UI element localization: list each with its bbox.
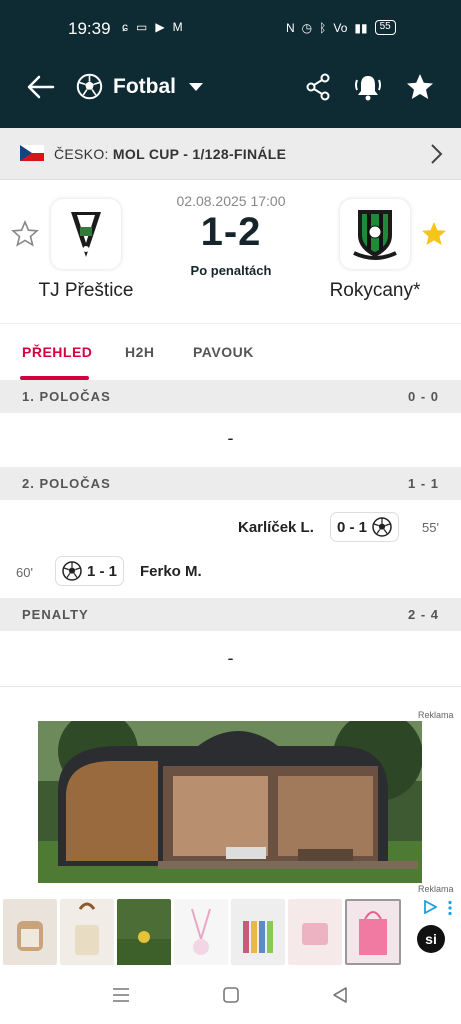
away-team-name[interactable]: Rokycany* <box>300 280 450 302</box>
period-label: 2. POLOČAS <box>22 476 111 491</box>
no-events-placeholder: - <box>227 648 234 668</box>
period-header-second-half: 2. POLOČAS 1 - 1 <box>0 467 461 500</box>
league-row[interactable]: ČESKO: MOL CUP - 1/128-FINÁLE <box>0 128 461 180</box>
product-ad-carousel <box>3 899 401 965</box>
brand-badge[interactable]: si <box>417 925 445 953</box>
tab-overview[interactable]: PŘEHLED <box>22 344 92 360</box>
tab-h2h[interactable]: H2H <box>125 344 155 360</box>
period-score: 0 - 0 <box>407 389 439 404</box>
favorite-star-icon[interactable] <box>405 72 435 102</box>
event-score-pill-away: 0 - 1 <box>330 512 400 542</box>
chevron-down-icon[interactable] <box>189 83 203 91</box>
home-team-name[interactable]: TJ Přeštice <box>11 280 161 302</box>
event-player-home[interactable]: Ferko M. <box>140 563 202 580</box>
app-bar: Fotbal <box>0 58 461 128</box>
ad-label: Reklama <box>418 884 454 894</box>
league-name: ČESKO: MOL CUP - 1/128-FINÁLE <box>54 146 286 162</box>
back-nav-icon[interactable] <box>331 986 349 1004</box>
tab-bracket[interactable]: PAVOUK <box>193 344 254 360</box>
period-score: 1 - 1 <box>407 476 439 491</box>
nfc-icon: N <box>286 20 295 35</box>
back-arrow-icon[interactable] <box>26 72 56 102</box>
tj-prestice-crest-icon <box>71 212 101 257</box>
soccer-ball-icon <box>62 561 82 581</box>
soccer-ball-icon <box>76 73 103 100</box>
product-thumbnail[interactable] <box>3 899 57 965</box>
tab-bar: PŘEHLED H2H PAVOUK <box>0 323 461 380</box>
match-header: 02.08.2025 17:00 1-2 Po penaltách TJ Pře… <box>0 180 461 323</box>
status-notification-icons: ɕ ▭ ▶ M <box>122 20 183 34</box>
product-thumbnail[interactable] <box>231 899 285 965</box>
match-score: 1-2 <box>200 210 262 254</box>
status-system-icons: N ◷ ᛒ Vo ▮▮ 55 <box>286 20 396 35</box>
home-team-logo[interactable] <box>51 199 121 269</box>
notification-bell-icon[interactable] <box>354 72 382 102</box>
rokycany-crest-icon <box>353 210 397 260</box>
cabin-ad-picture <box>38 721 422 883</box>
signal-icon: ▮▮ <box>354 20 368 35</box>
period-header-penalties: PENALTY 2 - 4 <box>0 598 461 631</box>
gmail-icon: M <box>172 20 183 34</box>
bluetooth-icon: ᛒ <box>319 20 327 35</box>
period-header-first-half: 1. POLOČAS 0 - 0 <box>0 380 461 413</box>
period-label: PENALTY <box>22 607 89 622</box>
product-thumbnail[interactable] <box>60 899 114 965</box>
home-icon[interactable] <box>222 986 240 1004</box>
wallet-icon: ▭ <box>136 20 148 34</box>
battery-indicator: 55 <box>374 20 396 35</box>
wind-icon: ɕ <box>122 20 128 34</box>
event-minute: 60' <box>16 565 33 580</box>
ad-choices-icon[interactable] <box>423 900 437 914</box>
match-date: 02.08.2025 17:00 <box>176 193 286 209</box>
soccer-ball-icon <box>372 517 392 537</box>
ad-banner-image[interactable] <box>38 721 422 883</box>
event-score: 0 - 1 <box>337 518 368 536</box>
more-options-icon[interactable] <box>446 900 454 916</box>
event-minute: 55' <box>422 520 439 535</box>
league-country: ČESKO: <box>54 146 109 162</box>
period-score: 2 - 4 <box>407 607 439 622</box>
youtube-icon: ▶ <box>155 20 165 34</box>
league-competition: MOL CUP - 1/128-FINÁLE <box>112 146 287 162</box>
event-player-away[interactable]: Karlíček L. <box>238 519 314 536</box>
product-thumbnail[interactable] <box>117 899 171 965</box>
product-thumbnail[interactable] <box>174 899 228 965</box>
alarm-icon: ◷ <box>301 20 313 35</box>
recent-apps-icon[interactable] <box>112 987 130 1003</box>
match-status: Po penaltách <box>190 263 272 278</box>
event-score: 1 - 1 <box>87 562 118 580</box>
system-navigation-bar <box>0 970 461 1024</box>
chevron-right-icon[interactable] <box>428 143 444 165</box>
share-icon[interactable] <box>305 73 331 101</box>
period-label: 1. POLOČAS <box>22 389 111 404</box>
home-favorite-star-icon[interactable] <box>11 220 39 248</box>
product-thumbnail[interactable] <box>288 899 342 965</box>
ad-label: Reklama <box>418 710 454 720</box>
divider <box>0 686 461 687</box>
no-events-placeholder: - <box>227 428 234 448</box>
event-score-pill-home: 1 - 1 <box>55 556 125 586</box>
sport-selector-label[interactable]: Fotbal <box>113 75 176 99</box>
status-time: 19:39 <box>68 19 111 38</box>
czech-flag-icon <box>20 145 44 161</box>
volte-icon: Vo <box>333 20 348 35</box>
status-bar: 19:39 ɕ ▭ ▶ M N ◷ ᛒ Vo ▮▮ 55 <box>0 0 461 58</box>
product-thumbnail-selected[interactable] <box>345 899 401 965</box>
away-team-logo[interactable] <box>340 199 410 269</box>
away-favorite-star-icon[interactable] <box>420 220 448 248</box>
